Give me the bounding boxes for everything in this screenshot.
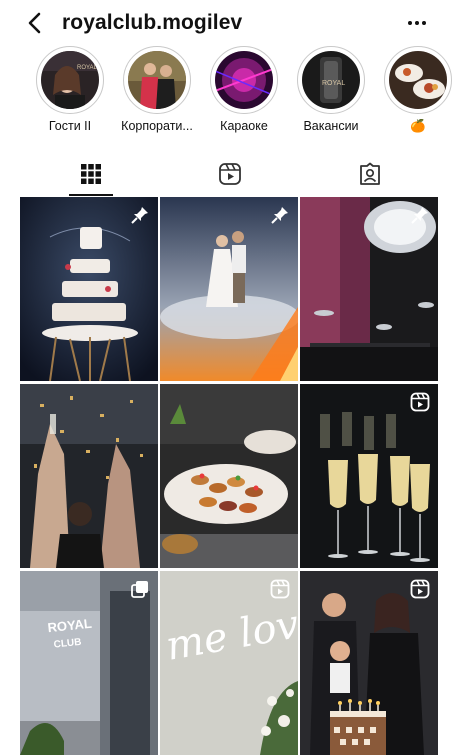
tab-tagged[interactable]	[340, 152, 400, 196]
highlight-cover-image	[389, 51, 447, 109]
highlight-label: Гости II	[48, 119, 92, 133]
highlight-guests[interactable]: ROYAL Гости II	[29, 46, 111, 133]
back-button[interactable]	[22, 10, 48, 36]
svg-text:ROYAL: ROYAL	[77, 65, 98, 71]
highlight-cover-image	[215, 51, 273, 109]
highlight-ring	[210, 46, 278, 114]
highlight-ring	[384, 46, 452, 114]
pin-icon	[131, 207, 148, 224]
highlight-label: 🍊	[410, 119, 426, 133]
highlight-cover-image	[128, 51, 186, 109]
highlight-label: Вакансии	[303, 119, 359, 133]
post-club-interior[interactable]	[300, 197, 438, 381]
highlight-karaoke[interactable]: Караоке	[203, 46, 285, 133]
tab-reels[interactable]	[200, 152, 260, 196]
profile-username: royalclub.mogilev	[62, 11, 243, 34]
reels-icon	[270, 579, 290, 599]
profile-header: royalclub.mogilev	[0, 0, 459, 46]
pin-icon	[271, 207, 288, 224]
svg-text:ROYAL: ROYAL	[322, 80, 345, 87]
carousel-icon	[131, 581, 148, 598]
highlight-cover-image: ROYAL	[41, 51, 99, 109]
post-confetti-party[interactable]	[20, 384, 158, 568]
highlight-cover-image: ROYAL	[302, 51, 360, 109]
post-canapes-plate[interactable]	[160, 384, 298, 568]
post-club-entrance[interactable]: ROYAL CLUB	[20, 571, 158, 755]
post-birthday-family[interactable]	[300, 571, 438, 755]
post-wedding-dance[interactable]	[160, 197, 298, 381]
highlight-ring: ROYAL	[297, 46, 365, 114]
post-image	[160, 384, 298, 568]
active-tab-indicator	[69, 194, 113, 196]
pin-icon	[411, 207, 428, 224]
story-highlights: ROYAL Гости II Корпорати... Караоке ROYA…	[0, 46, 459, 142]
tab-grid[interactable]	[61, 152, 121, 196]
more-options-button[interactable]	[405, 10, 429, 36]
tagged-icon	[360, 162, 380, 185]
post-dessert-tower[interactable]	[20, 197, 158, 381]
highlight-label: Корпорати...	[121, 119, 193, 133]
highlight-ring	[123, 46, 191, 114]
highlight-corporate[interactable]: Корпорати...	[116, 46, 198, 133]
grid-icon	[81, 164, 101, 184]
post-champagne-glasses[interactable]	[300, 384, 438, 568]
post-neon-love-sign[interactable]: me love	[160, 571, 298, 755]
reels-icon	[410, 579, 430, 599]
reels-icon	[219, 163, 241, 185]
profile-tabs	[0, 152, 459, 196]
post-image	[20, 384, 158, 568]
highlight-label: Караоке	[220, 119, 268, 133]
reels-icon	[410, 392, 430, 412]
more-horizontal-icon	[408, 21, 426, 25]
highlight-vacancies[interactable]: ROYAL Вакансии	[290, 46, 372, 133]
chevron-left-icon	[28, 12, 41, 34]
highlight-ring: ROYAL	[36, 46, 104, 114]
highlight-food[interactable]: 🍊	[377, 46, 459, 134]
